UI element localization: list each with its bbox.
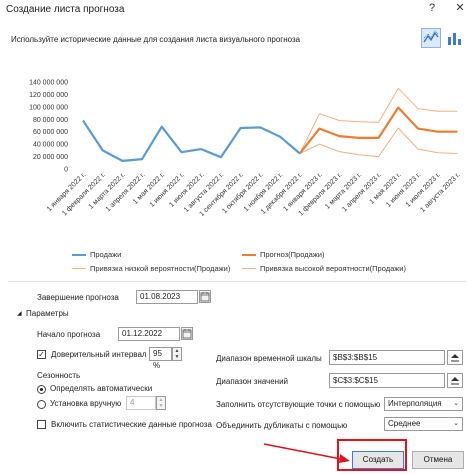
x-tick-label: 1 июня 2022 г. (149, 171, 186, 208)
parameters-toggle[interactable]: Параметры (26, 309, 69, 318)
timeline-range-input[interactable]: $B$3:$B$15 (329, 350, 445, 365)
bar-chart-icon (448, 33, 461, 45)
y-tick-label: 100 000 000 (29, 104, 68, 111)
legend-line-low (72, 268, 86, 269)
confidence-input[interactable]: 95 % (149, 347, 172, 370)
legend-line-high (242, 268, 256, 269)
x-tick-label: 1 июля 2022 г. (168, 171, 205, 208)
chevron-down-icon: ⌄ (453, 420, 459, 427)
duplicates-select[interactable]: Среднее ⌄ (384, 417, 463, 431)
fill-missing-label: Заполнить отсутствующие точки с помощью (216, 400, 381, 409)
range-select-icon (451, 377, 459, 385)
x-tick-label: 1 июня 2023 г. (385, 171, 422, 208)
legend-item-forecast: Прогноз(Продажи) (242, 250, 324, 259)
manual-label: Установка вручную (50, 399, 122, 408)
y-tick-label: 80 000 000 (33, 117, 68, 124)
y-tick-label: 120 000 000 (29, 92, 68, 99)
bar-chart-toggle[interactable] (444, 28, 464, 48)
window-title: Создание листа прогноза (6, 4, 125, 15)
legend-label-sales: Продажи (90, 250, 122, 259)
legend-label-high: Привязка высокой вероятности(Продажи) (260, 264, 406, 273)
duplicates-value: Среднее (388, 419, 421, 428)
chevron-down-icon: ⌄ (453, 400, 459, 407)
include-stats-checkbox[interactable] (37, 420, 46, 429)
cancel-button[interactable]: Отмена (412, 451, 464, 469)
collapse-triangle-icon[interactable]: ◢ (17, 310, 22, 317)
separator (8, 281, 466, 282)
manual-season-spinner[interactable]: ▲ ▼ (156, 396, 166, 410)
help-button[interactable]: ? (425, 1, 439, 15)
series-line-1 (298, 106, 458, 155)
range-select-icon (451, 354, 459, 362)
forecast-start-label: Начало прогноза (37, 330, 101, 339)
dialog-subtitle: Используйте исторические данные для созд… (11, 35, 301, 44)
legend-label-low: Привязка низкой вероятности(Продажи) (90, 264, 231, 273)
auto-label: Определять автоматически (50, 384, 153, 393)
x-tick-label: 1 июля 2023 г. (405, 171, 442, 208)
calendar-icon (200, 292, 210, 302)
series-line-2 (299, 127, 458, 158)
fill-missing-value: Интерполяция (388, 399, 442, 408)
forecast-end-input[interactable]: 01.08.2023 (136, 290, 198, 304)
seasonality-label: Сезонность (37, 371, 81, 380)
forecast-start-calendar-button[interactable] (181, 327, 193, 340)
legend-item-high: Привязка высокой вероятности(Продажи) (242, 264, 406, 273)
legend-line-sales (72, 253, 86, 256)
legend-line-forecast (242, 253, 256, 256)
line-chart-icon (423, 30, 439, 43)
y-tick-label: 140 000 000 (29, 80, 68, 87)
create-button[interactable]: Создать (352, 451, 404, 469)
include-stats-label: Включить статистические данные прогноза (51, 420, 212, 429)
y-tick-label: 40 000 000 (33, 142, 68, 149)
timeline-range-label: Диапазон временной шкалы (216, 354, 322, 363)
legend-item-low: Привязка низкой вероятности(Продажи) (72, 264, 230, 273)
manual-season-input[interactable]: 4 (126, 396, 156, 410)
timeline-range-select-button[interactable] (447, 350, 463, 365)
duplicates-label: Объединить дубликаты с помощью (216, 421, 348, 430)
calendar-icon (182, 329, 192, 339)
line-chart-toggle[interactable] (421, 28, 441, 48)
confidence-spinner[interactable]: ▲ ▼ (172, 347, 182, 361)
confidence-label: Доверительный интервал (51, 350, 147, 359)
forecast-end-calendar-button[interactable] (199, 290, 211, 303)
manual-radio[interactable] (37, 400, 46, 409)
forecast-start-input[interactable]: 01.12.2022 (118, 327, 180, 341)
forecast-end-label: Завершение прогноза (37, 293, 119, 302)
auto-radio[interactable] (37, 385, 46, 394)
chart-legend: Продажи Прогноз(Продажи) Привязка низкой… (64, 250, 464, 276)
values-range-label: Диапазон значений (216, 377, 289, 386)
annotation-arrow (263, 443, 350, 463)
values-range-input[interactable]: $C$3:$C$15 (329, 373, 445, 388)
series-line-3 (299, 87, 458, 154)
y-tick-label: 20 000 000 (33, 154, 68, 161)
y-tick-label: 60 000 000 (33, 129, 68, 136)
legend-item-sales: Продажи (72, 250, 121, 259)
forecast-chart: 140 000 000 120 000 000 100 000 000 80 000 … (29, 80, 462, 219)
values-range-select-button[interactable] (447, 373, 463, 388)
close-button[interactable]: ✕ (453, 1, 467, 15)
y-tick-label: 0 (64, 167, 68, 174)
series-line-0 (82, 119, 301, 163)
confidence-checkbox[interactable]: ✓ (37, 350, 46, 359)
legend-label-forecast: Прогноз(Продажи) (260, 250, 325, 259)
fill-missing-select[interactable]: Интерполяция ⌄ (384, 397, 463, 411)
